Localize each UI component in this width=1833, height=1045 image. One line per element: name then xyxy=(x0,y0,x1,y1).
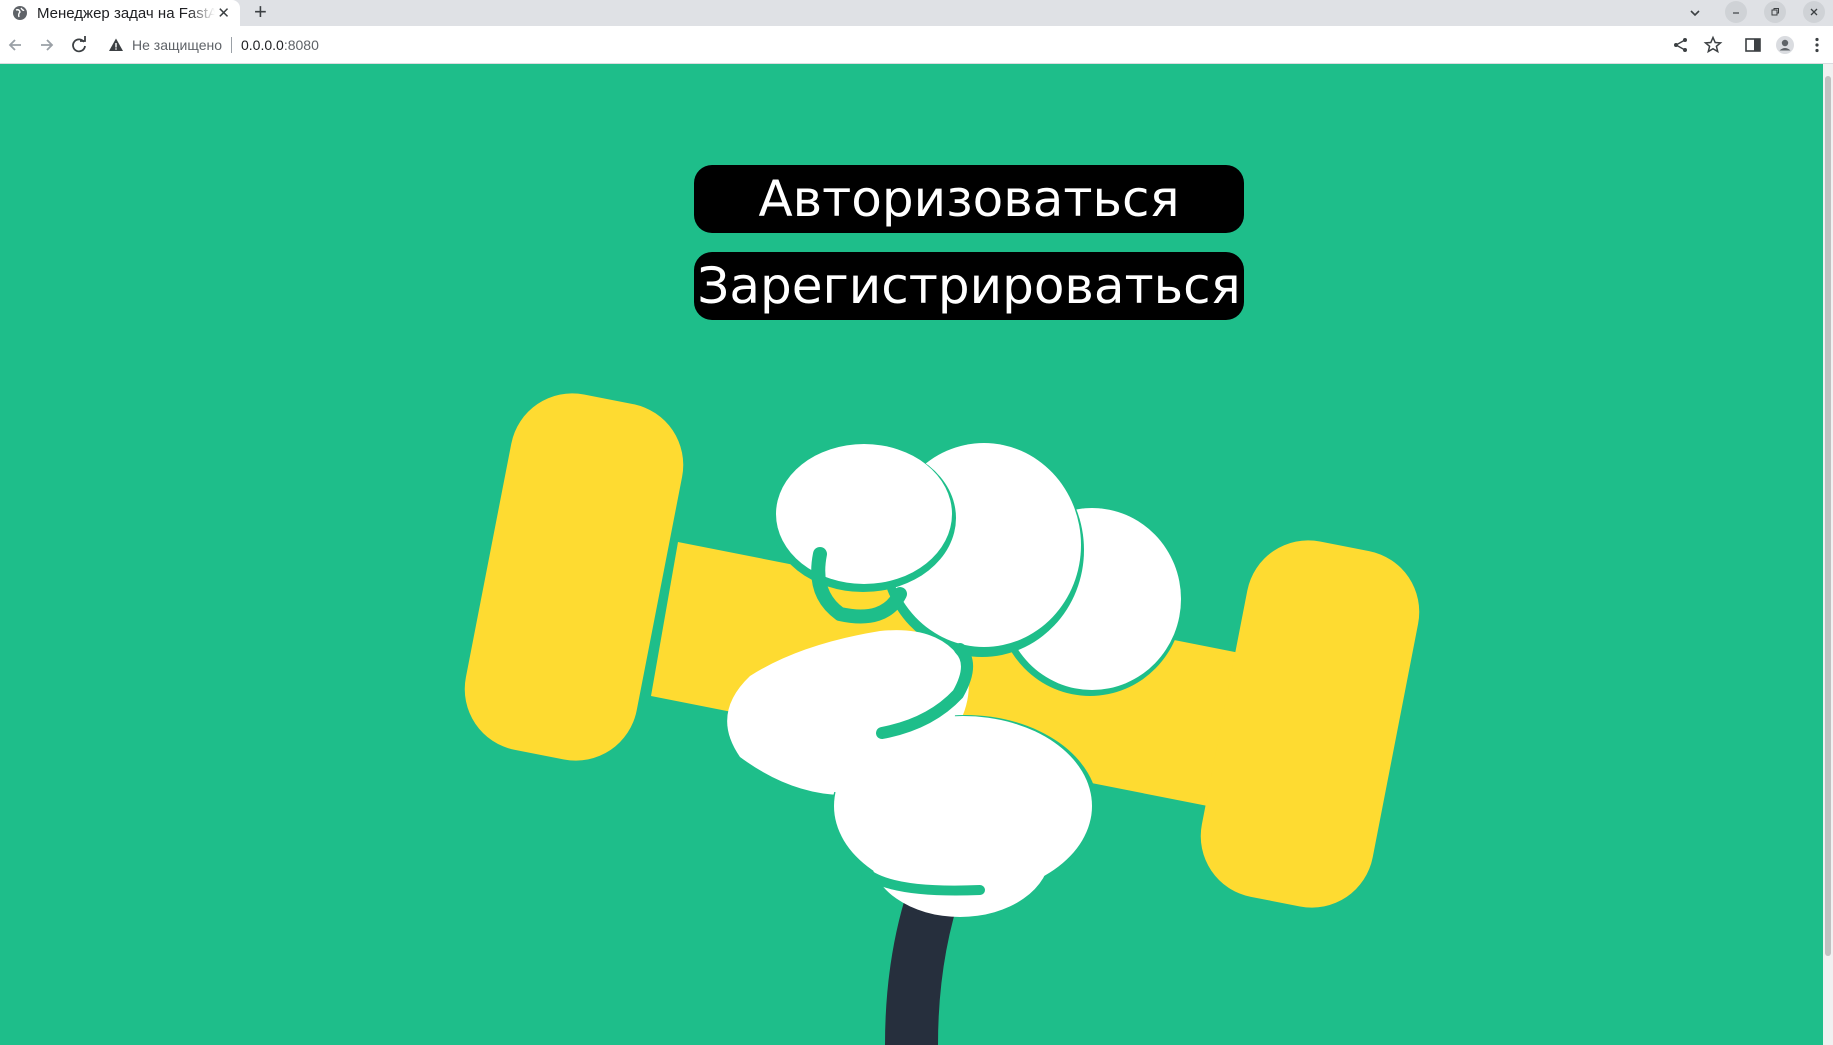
page-scrollbar[interactable] xyxy=(1823,64,1833,1045)
share-icon[interactable] xyxy=(1671,35,1691,55)
security-label: Не защищено xyxy=(132,37,222,53)
url-host: 0.0.0.0 xyxy=(241,37,284,53)
minimize-icon xyxy=(1733,12,1739,14)
restore-icon xyxy=(1771,8,1779,16)
url-port: :8080 xyxy=(283,37,319,53)
globe-icon xyxy=(13,6,27,20)
fist-shape xyxy=(727,443,1183,917)
dumbbell-right-weight xyxy=(1200,540,1420,908)
page-viewport: Авторизоваться Зарегистрироваться xyxy=(0,64,1823,1045)
warning-icon xyxy=(109,38,123,51)
back-arrow-icon[interactable] xyxy=(5,35,25,55)
tab-close-icon[interactable]: ✕ xyxy=(217,4,230,22)
fist-dumbbell-illustration xyxy=(464,393,1420,1045)
tab-bar: Менеджер задач на FastAPI ✕ + xyxy=(0,0,1833,26)
address-bar[interactable]: Не защищено 0.0.0.0 :8080 xyxy=(108,32,319,58)
new-tab-button[interactable]: + xyxy=(254,0,267,24)
bookmark-star-icon[interactable] xyxy=(1703,35,1723,55)
scrollbar-thumb[interactable] xyxy=(1825,76,1831,956)
side-panel-icon[interactable] xyxy=(1743,35,1763,55)
browser-tab[interactable]: Менеджер задач на FastAPI ✕ xyxy=(0,0,240,26)
tab-search-chevron-icon[interactable] xyxy=(1688,6,1702,20)
profile-avatar-icon[interactable] xyxy=(1775,35,1795,55)
browser-toolbar: Не защищено 0.0.0.0 :8080 xyxy=(0,26,1833,64)
menu-dots-icon[interactable] xyxy=(1807,35,1827,55)
dumbbell-left-weight xyxy=(464,393,684,761)
window-close-button[interactable] xyxy=(1803,1,1825,23)
restore-button[interactable] xyxy=(1764,1,1786,23)
omnibox-divider xyxy=(231,37,232,53)
forward-arrow-icon[interactable] xyxy=(37,35,57,55)
close-icon xyxy=(1810,8,1818,16)
minimize-button[interactable] xyxy=(1725,1,1747,23)
tab-title: Менеджер задач на FastAPI xyxy=(37,4,215,22)
reload-icon[interactable] xyxy=(69,35,89,55)
